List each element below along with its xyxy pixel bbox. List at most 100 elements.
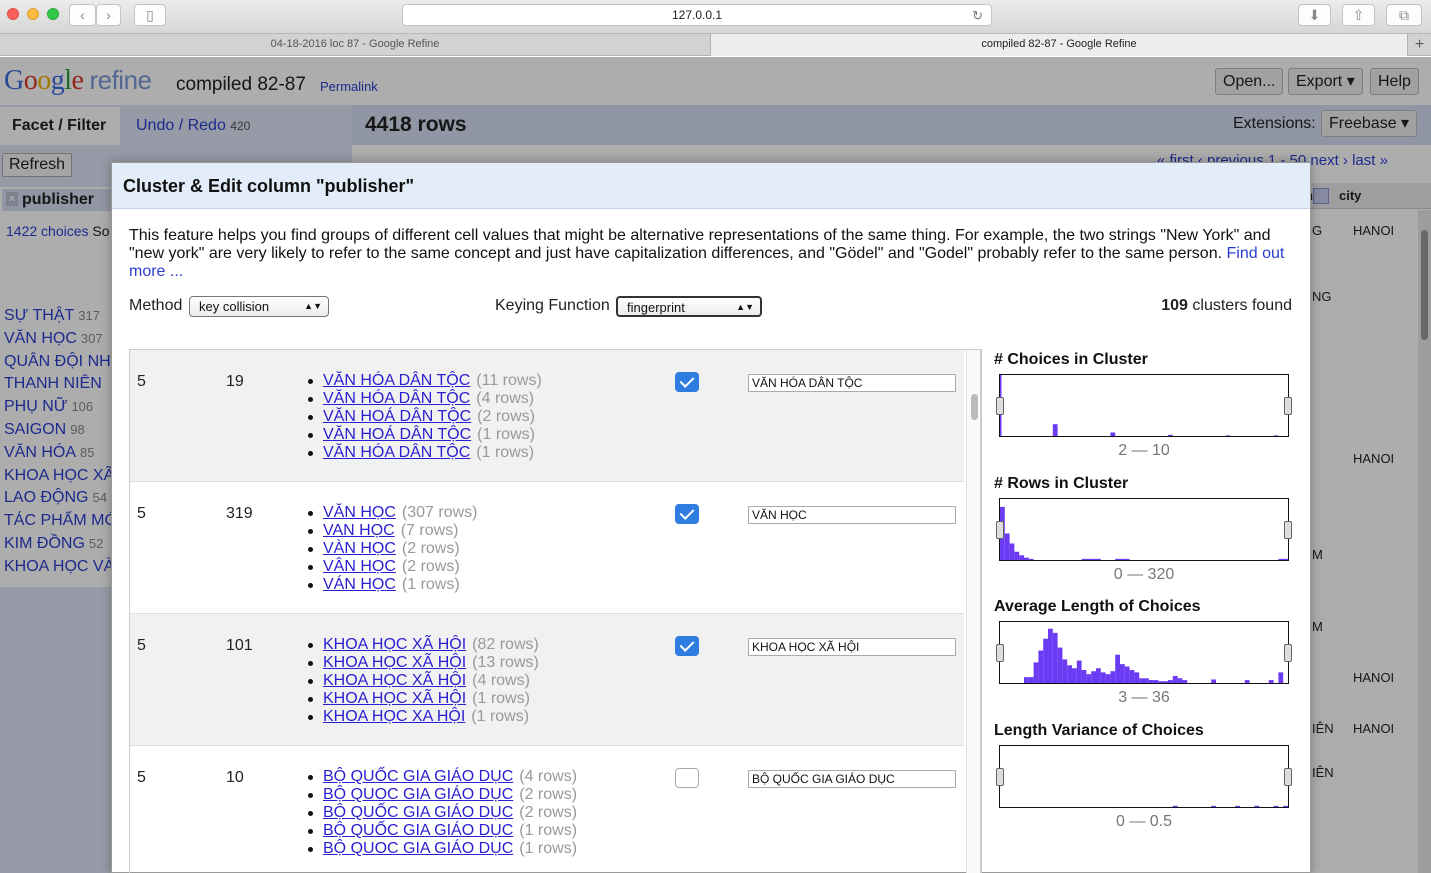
range-handle-left[interactable] <box>996 397 1004 415</box>
cluster-row: 5 10 BỘ QUỐC GIA GIÁO DỤC (4 rows) BỘ QUOC G… <box>130 746 964 873</box>
cluster-value-count: (1 rows) <box>476 444 535 461</box>
chevron-right-icon: › <box>106 7 111 23</box>
new-tab-button[interactable]: + <box>1408 34 1431 56</box>
histogram-bar <box>1067 665 1072 683</box>
cluster-value-link[interactable]: KHOA HỌC XÃ HỘI <box>323 672 466 689</box>
cluster-value-link[interactable]: VĂN HỌC <box>323 504 396 521</box>
dialog-title: Cluster & Edit column "publisher" <box>112 163 1310 209</box>
cluster-table-scrollbar[interactable] <box>966 350 980 873</box>
cluster-value-link[interactable]: VÂN HỌC <box>323 558 396 575</box>
cluster-value-link[interactable]: BỘ QUỐC GIA GIÁO DỤC <box>323 804 513 821</box>
merge-checkbox[interactable] <box>675 768 699 788</box>
sidebar-toggle-button[interactable]: ▯ <box>134 4 166 26</box>
tab-compiled[interactable]: compiled 82-87 - Google Refine <box>710 34 1408 56</box>
cluster-values-list: KHOA HỌC XÃ HỘI (82 rows) KHOA HỌC XÃ HỘI (… <box>308 636 539 726</box>
downloads-button[interactable]: ⬇ <box>1298 4 1331 26</box>
clusters-suffix: clusters found <box>1192 297 1292 314</box>
new-cell-value-input[interactable] <box>748 638 956 656</box>
histogram-bar <box>1028 558 1034 560</box>
cluster-size: 5 <box>137 637 146 654</box>
cluster-value-link[interactable]: VAN HỌC <box>323 522 395 539</box>
sidebar-icon: ▯ <box>146 7 154 23</box>
cluster-value-count: (1 rows) <box>472 690 530 707</box>
cluster-value-link[interactable]: BỘ QUOC GIA GIÁO DỤC <box>323 840 513 857</box>
cluster-value-link[interactable]: VÀN HỌC <box>323 540 396 557</box>
new-cell-value-input[interactable] <box>748 374 956 392</box>
histogram-bar <box>1028 677 1034 683</box>
cluster-value: BỘ QUOC GIA GIÁO DỤC (2 rows) <box>308 786 577 804</box>
histogram-chart <box>996 744 1292 808</box>
histogram-bar <box>1139 678 1144 683</box>
minimize-window-button[interactable] <box>27 8 39 20</box>
histogram-bar <box>1283 805 1288 807</box>
range-handle-right[interactable] <box>1284 397 1292 415</box>
cluster-value-link[interactable]: KHOA HỌC XA HỘI <box>323 708 465 725</box>
cluster-value-link[interactable]: BỘ QUỐC GIA GIÁO DỤC <box>323 768 513 785</box>
cluster-value: VĂN HÓA DÂN TỘC (1 rows) <box>308 444 542 462</box>
tab-overview-button[interactable]: ⧉ <box>1386 4 1422 26</box>
tab-loc-87[interactable]: 04-18-2016 loc 87 - Google Refine <box>0 34 710 56</box>
cluster-value-link[interactable]: KHOA HỌC XÃ HỘI <box>323 690 466 707</box>
histogram-bar <box>1057 647 1063 683</box>
cluster-value-link[interactable]: VĂN HOÁ DÂN TỘC <box>323 426 471 443</box>
range-handle-right[interactable] <box>1284 767 1292 786</box>
histogram-bar <box>1177 678 1183 683</box>
histogram-bar <box>1235 805 1240 807</box>
histogram-bar <box>1273 435 1279 436</box>
histogram-bar <box>1158 681 1164 683</box>
cluster-value-link[interactable]: VÁN HỌC <box>323 576 396 593</box>
new-cell-value-input[interactable] <box>748 506 956 524</box>
histogram-bar <box>1019 554 1024 560</box>
histogram-chart <box>996 374 1292 437</box>
cluster-value: BỘ QUỐC GIA GIÁO DỤC (2 rows) <box>308 804 577 822</box>
histogram-bar <box>1153 680 1159 683</box>
cluster-row-count: 319 <box>226 505 253 522</box>
address-bar[interactable]: 127.0.0.1 ↻ <box>402 4 992 26</box>
histogram-bar <box>1086 558 1092 560</box>
histogram-bar <box>1004 532 1010 560</box>
cluster-value-link[interactable]: VĂN HÓA DÂN TỘC <box>323 372 470 389</box>
histogram-bar <box>1182 680 1188 683</box>
zoom-window-button[interactable] <box>47 8 59 20</box>
method-select[interactable]: key collision ▲▼ <box>189 296 329 317</box>
merge-checkbox[interactable] <box>675 504 699 524</box>
histogram-bar <box>1048 628 1053 683</box>
cluster-scroll-thumb[interactable] <box>971 394 978 420</box>
histogram-bar <box>1120 664 1125 683</box>
cluster-value-count: (1 rows) <box>519 822 578 839</box>
histogram-bar <box>1043 638 1048 683</box>
cluster-value-link[interactable]: BỘ QUOC GIA GIÁO DỤC <box>323 786 513 803</box>
cluster-value: VĂN HÓA DÂN TỘC (4 rows) <box>308 390 542 408</box>
cluster-value-link[interactable]: KHOA HỌC XÃ HỘI <box>323 654 466 671</box>
range-handle-left[interactable] <box>996 644 1004 662</box>
share-button[interactable]: ⇧ <box>1342 4 1375 26</box>
method-value: key collision <box>199 299 270 314</box>
cluster-value-link[interactable]: BỘ QUỐC GIA GIÁO DỤC <box>323 822 513 839</box>
keying-function-select[interactable]: fingerprint ▲▼ <box>616 296 762 317</box>
reload-icon[interactable]: ↻ <box>972 5 983 26</box>
cluster-table: 5 19 VĂN HÓA DÂN TỘC (11 rows) VĂN HÓA DÂN T… <box>129 349 981 873</box>
new-cell-value-input[interactable] <box>748 770 956 788</box>
range-handle-right[interactable] <box>1284 644 1292 662</box>
merge-checkbox[interactable] <box>675 636 699 656</box>
back-button[interactable]: ‹ <box>69 4 96 26</box>
histogram-title: # Rows in Cluster <box>994 474 1129 492</box>
cluster-row: 5 101 KHOA HỌC XÃ HỘI (82 rows) KHOA HỌC XÃ … <box>130 614 964 746</box>
close-window-button[interactable] <box>7 8 19 20</box>
share-icon: ⇧ <box>1352 7 1365 23</box>
histogram-svg <box>1172 805 1288 807</box>
cluster-value-link[interactable]: KHOA HỌC XÃ HỘI <box>323 636 466 653</box>
cluster-value-link[interactable]: VĂN HÓA DÂN TỘC <box>323 390 470 407</box>
cluster-value-count: (1 rows) <box>401 576 460 593</box>
range-handle-right[interactable] <box>1284 520 1292 539</box>
histogram-bar <box>1014 551 1020 560</box>
merge-checkbox[interactable] <box>675 372 699 392</box>
cluster-value-link[interactable]: VĂN HÓA DÂN TỘC <box>323 444 470 461</box>
histogram-range: 0 — 320 <box>1113 565 1175 583</box>
forward-button[interactable]: › <box>96 4 121 26</box>
cluster-value-link[interactable]: VĂN HOÁ DÂN TỘC <box>323 408 471 425</box>
histogram-bar <box>1172 675 1178 683</box>
range-handle-left[interactable] <box>996 520 1004 539</box>
range-handle-left[interactable] <box>996 767 1004 786</box>
cluster-value-count: (307 rows) <box>401 504 478 521</box>
